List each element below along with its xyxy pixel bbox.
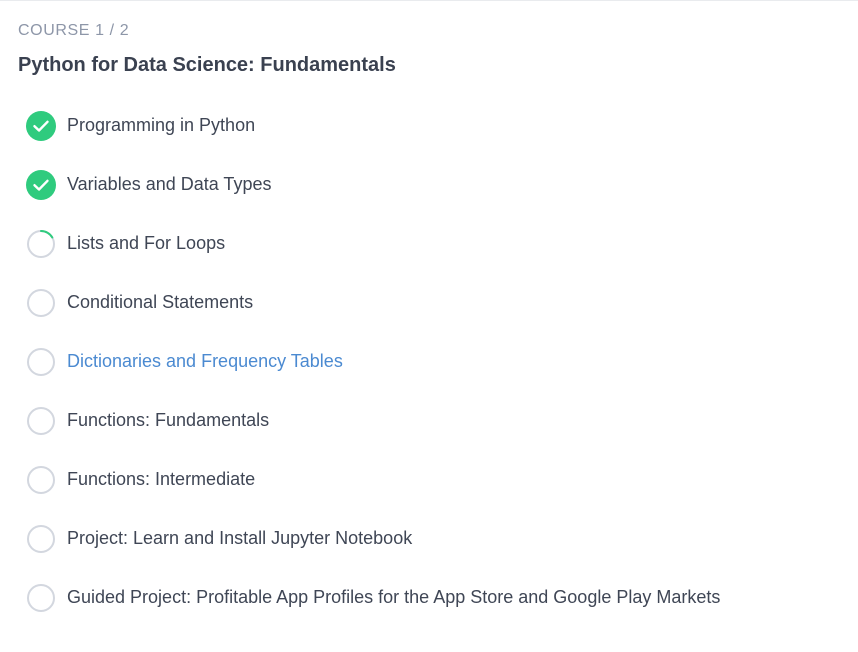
lesson-label-link[interactable]: Dictionaries and Frequency Tables (67, 351, 343, 372)
check-circle-icon (26, 111, 56, 141)
lesson-item-conditional-statements[interactable]: Conditional Statements (0, 274, 858, 333)
course-title: Python for Data Science: Fundamentals (18, 54, 396, 76)
lesson-item-guided-project-app-profiles[interactable]: Guided Project: Profitable App Profiles … (0, 569, 858, 628)
lesson-label: Functions: Fundamentals (67, 410, 270, 430)
top-divider (0, 0, 858, 1)
empty-circle-icon (26, 465, 56, 495)
empty-circle-icon (26, 583, 56, 613)
lesson-item-lists-and-for-loops[interactable]: Lists and For Loops (0, 215, 858, 274)
empty-circle-icon (26, 347, 56, 377)
lesson-label: Lists and For Loops (67, 233, 226, 253)
course-outline-panel: COURSE 1 / 2 Python for Data Science: Fu… (0, 0, 858, 652)
course-counter: COURSE 1 / 2 (18, 22, 130, 39)
lesson-label: Conditional Statements (67, 292, 254, 312)
empty-circle-icon (26, 288, 56, 318)
progress-ring-icon (26, 229, 56, 259)
lesson-label: Programming in Python (67, 115, 256, 135)
lesson-item-functions-intermediate[interactable]: Functions: Intermediate (0, 451, 858, 510)
lesson-item-dictionaries-and-frequency-tables[interactable]: Dictionaries and Frequency Tables (0, 333, 858, 392)
empty-circle-icon (26, 524, 56, 554)
lesson-item-functions-fundamentals[interactable]: Functions: Fundamentals (0, 392, 858, 451)
empty-circle-icon (26, 406, 56, 436)
lesson-label: Functions: Intermediate (67, 469, 256, 489)
lesson-label: Guided Project: Profitable App Profiles … (67, 587, 721, 607)
lesson-list: Programming in Python Variables and Data… (0, 97, 858, 628)
check-circle-icon (26, 170, 56, 200)
lesson-label: Project: Learn and Install Jupyter Noteb… (67, 528, 413, 548)
lesson-item-project-jupyter[interactable]: Project: Learn and Install Jupyter Noteb… (0, 510, 858, 569)
lesson-label: Variables and Data Types (67, 174, 272, 194)
lesson-item-variables-and-data-types[interactable]: Variables and Data Types (0, 156, 858, 215)
lesson-item-programming-in-python[interactable]: Programming in Python (0, 97, 858, 156)
